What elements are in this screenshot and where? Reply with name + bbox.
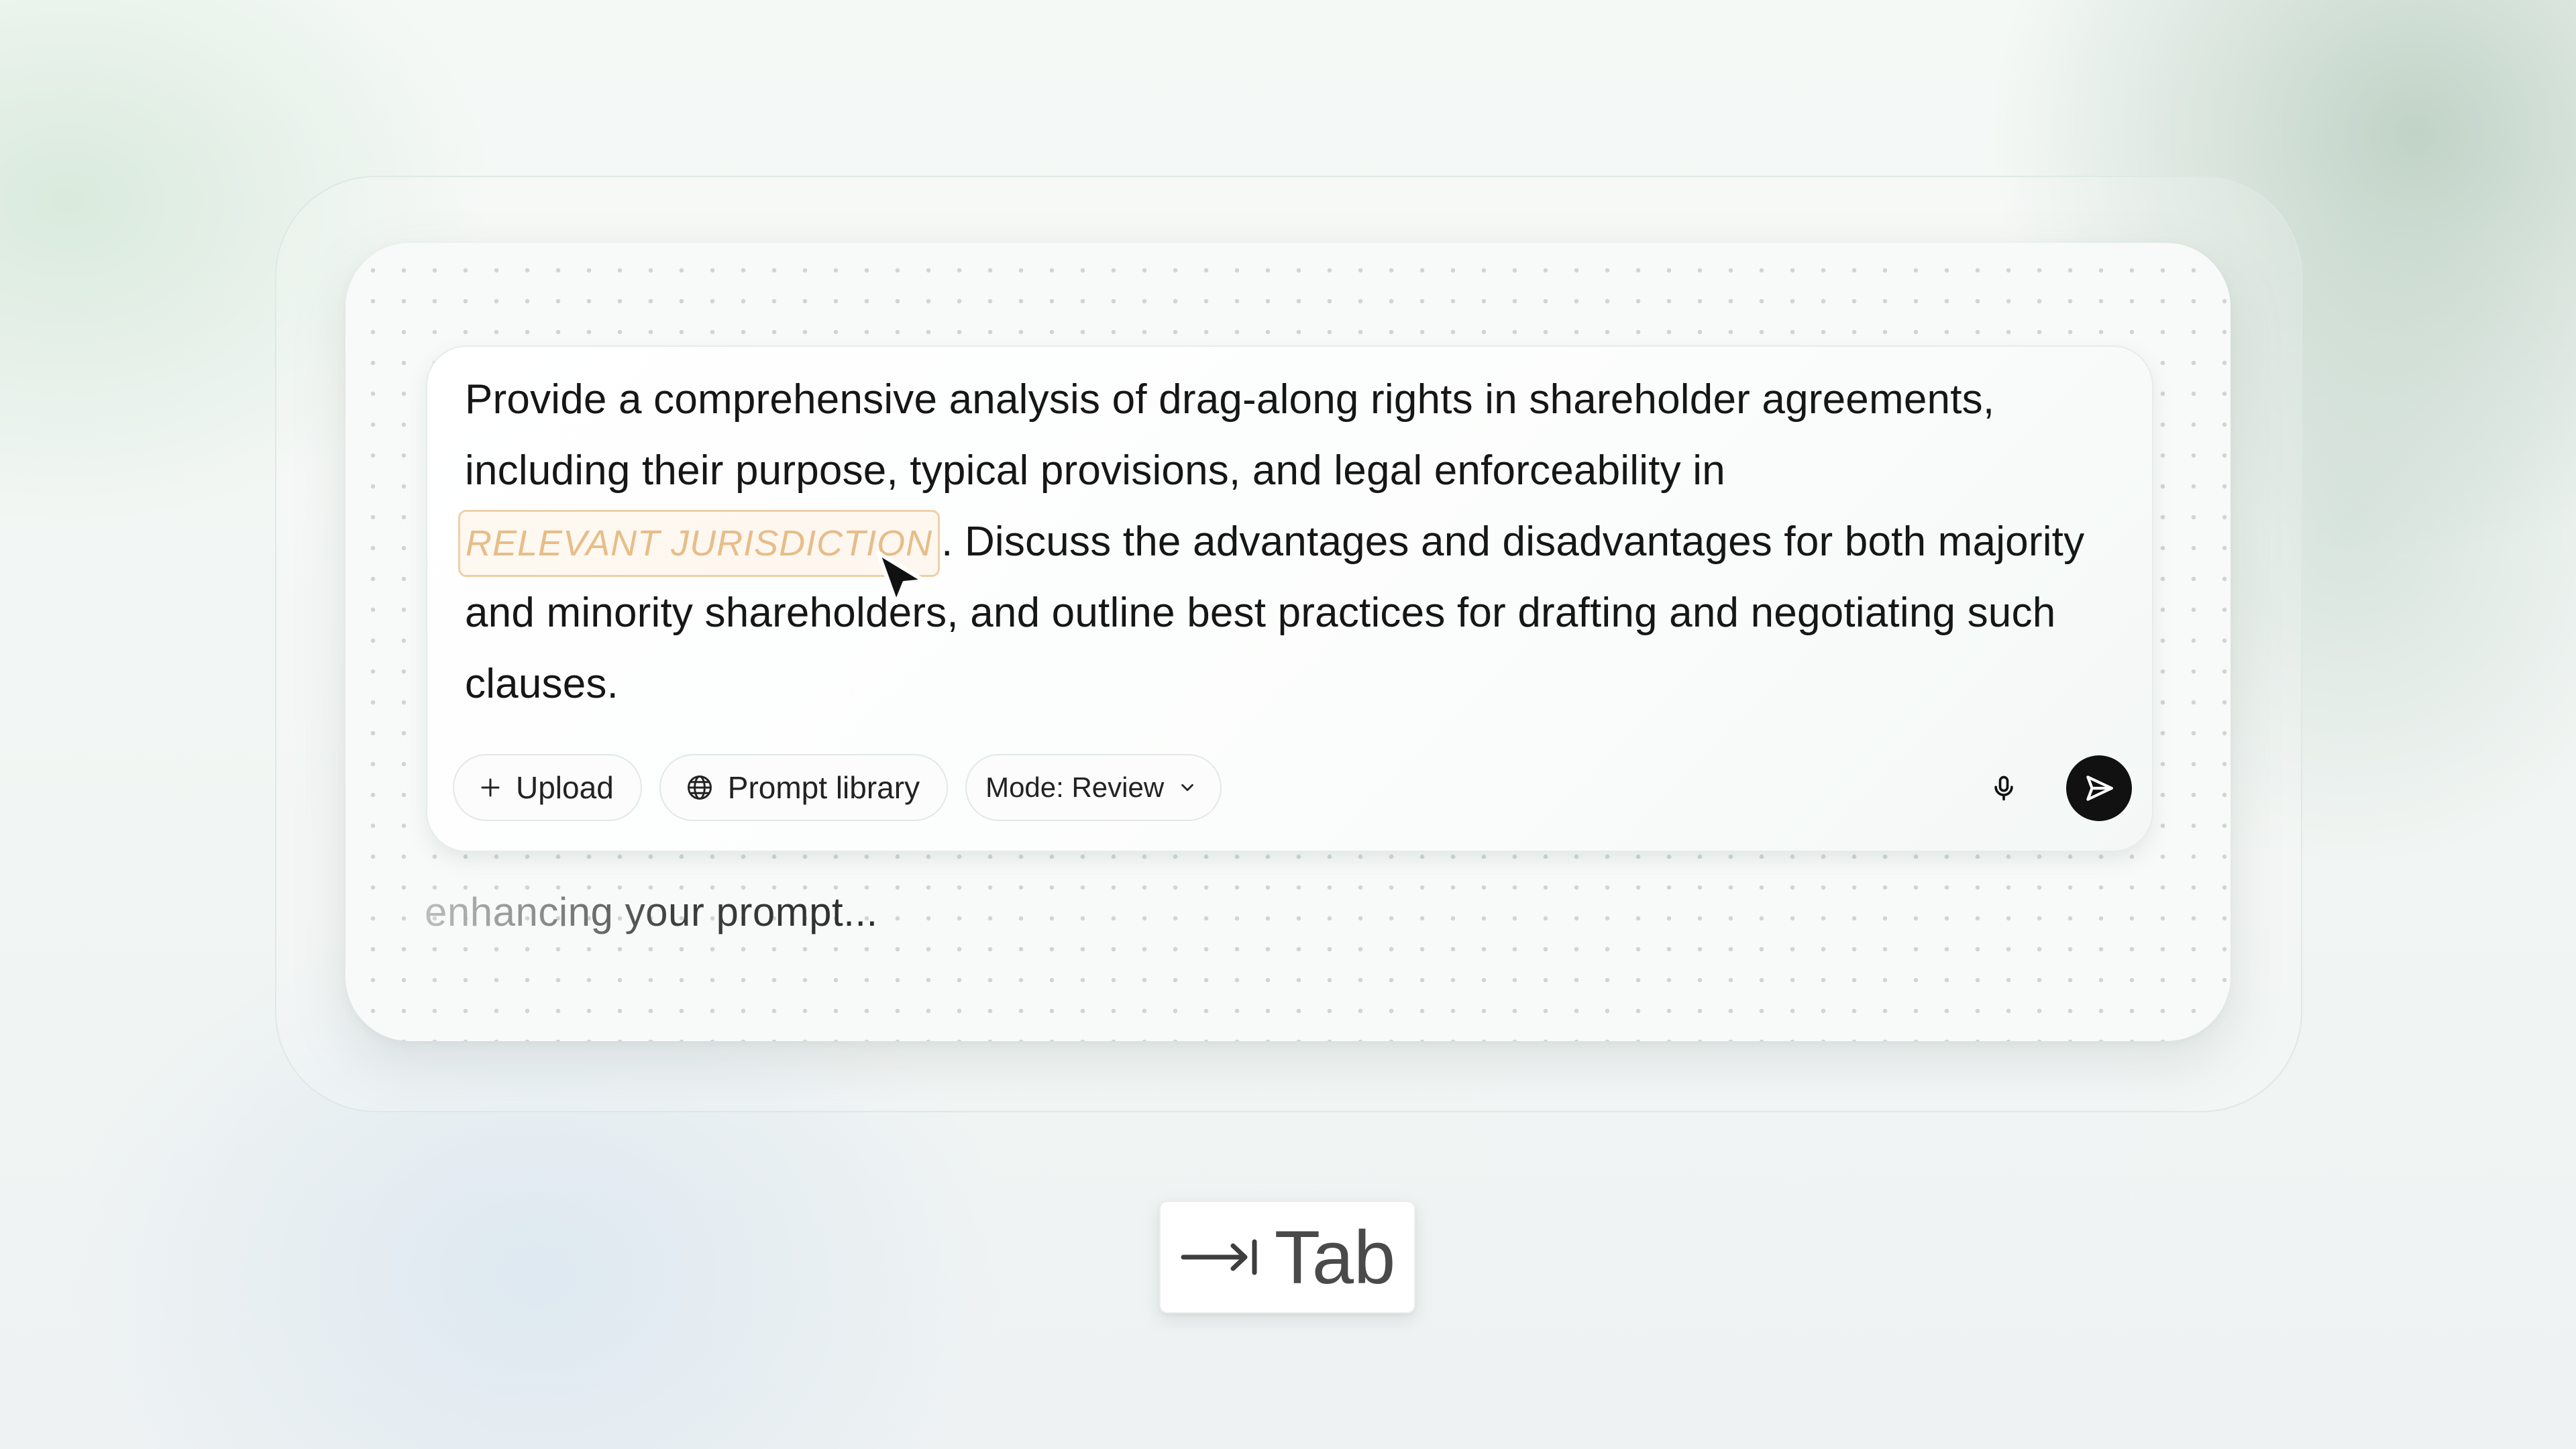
globe-icon <box>685 773 714 802</box>
prompt-library-button[interactable]: Prompt library <box>659 754 949 821</box>
send-icon <box>2082 771 2116 805</box>
composer-toolbar: Upload Prompt library Mode: Review <box>453 754 1222 821</box>
microphone-button[interactable] <box>1977 761 2031 815</box>
mode-label: Mode: Review <box>985 771 1165 803</box>
status-text: enhancing your prompt... <box>425 890 878 934</box>
prompt-library-label: Prompt library <box>727 770 920 805</box>
plus-icon <box>478 775 502 800</box>
upload-label: Upload <box>516 770 614 805</box>
tab-arrow-icon <box>1179 1234 1260 1281</box>
prompt-input[interactable]: Provide a comprehensive analysis of drag… <box>458 364 2108 720</box>
microphone-icon <box>1989 773 2019 803</box>
prompt-composer[interactable]: Provide a comprehensive analysis of drag… <box>426 345 2153 852</box>
prompt-text-before: Provide a comprehensive analysis of drag… <box>465 376 1995 494</box>
mode-select[interactable]: Mode: Review <box>965 754 1222 821</box>
tab-key-label: Tab <box>1274 1215 1396 1299</box>
chevron-down-icon <box>1177 777 1197 798</box>
upload-button[interactable]: Upload <box>453 754 642 821</box>
jurisdiction-placeholder[interactable]: RELEVANT JURISDICTION <box>458 510 941 577</box>
mouse-cursor-icon <box>876 551 926 605</box>
tab-key-hint: Tab <box>1159 1201 1415 1313</box>
send-button[interactable] <box>2066 755 2132 821</box>
